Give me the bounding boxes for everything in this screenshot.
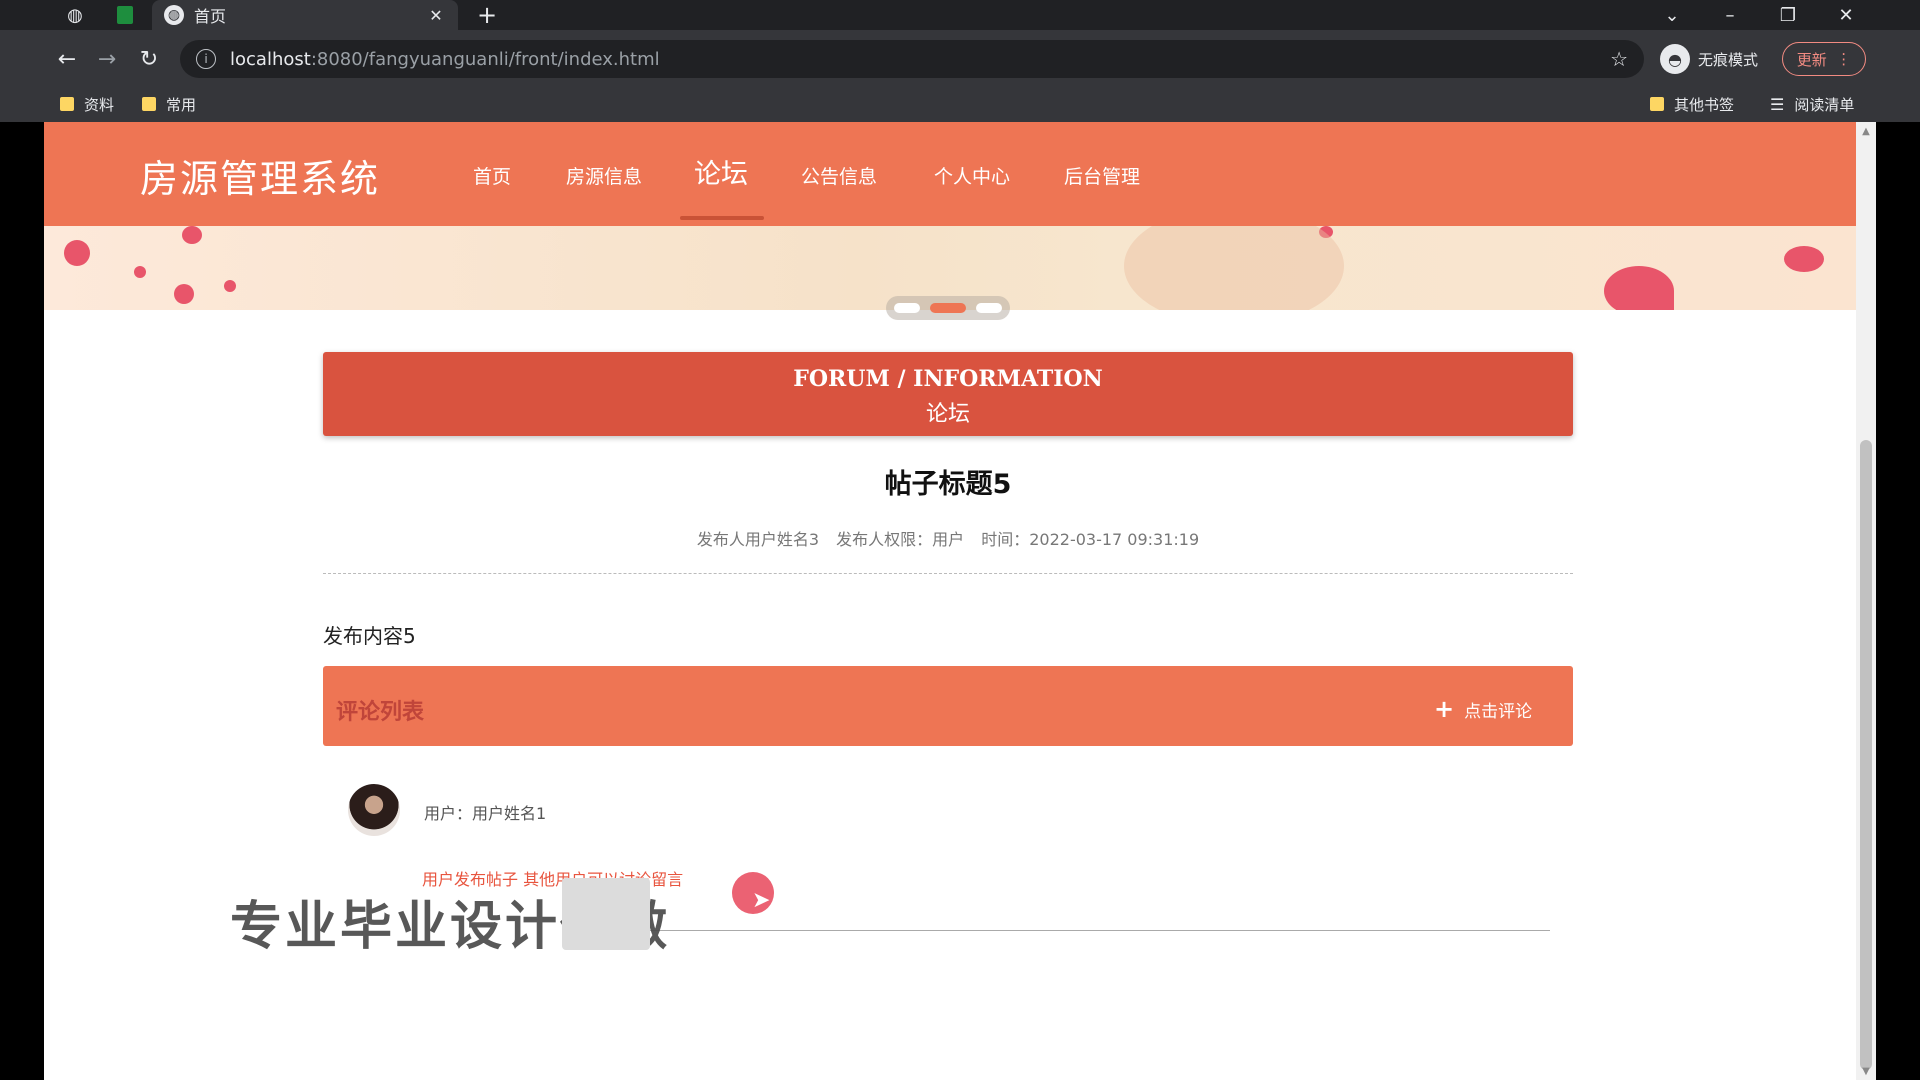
incognito-icon: ◓	[1660, 44, 1690, 74]
pinned-tab-globe-icon[interactable]: ◍	[54, 2, 96, 28]
carousel-dot[interactable]	[976, 303, 1002, 313]
globe-icon: ◍	[164, 5, 184, 25]
folder-icon	[142, 97, 156, 111]
forum-header-cn: 论坛	[925, 402, 970, 427]
mouse-cursor-icon: ➤	[752, 888, 771, 913]
post-time: 时间：2022-03-17 09:31:19	[981, 530, 1200, 549]
reading-list-icon: ☰	[1770, 94, 1785, 114]
forum-header-en: FORUM / INFORMATION	[793, 366, 1103, 392]
post-role: 发布人权限：用户	[836, 530, 965, 549]
banner-decor	[134, 266, 146, 278]
banner-decor	[224, 280, 236, 292]
back-arrow-icon[interactable]: ←	[52, 44, 82, 74]
folder-icon	[60, 97, 74, 111]
banner-blossom	[1124, 226, 1344, 310]
pinned-tab-sheet-icon[interactable]	[104, 2, 146, 28]
scrollbar-thumb[interactable]	[1860, 440, 1872, 1070]
minimize-button[interactable]: –	[1702, 0, 1758, 30]
site-info-icon[interactable]: i	[196, 49, 216, 69]
bookmarks-bar	[0, 86, 1920, 122]
reading-list[interactable]: ☰ 阅读清单	[1770, 90, 1854, 118]
plus-icon: +	[1434, 695, 1455, 723]
incognito-indicator[interactable]: ◓ 无痕模式	[1660, 42, 1780, 76]
nav-forum[interactable]: 论坛	[694, 152, 748, 191]
tab-title: 首页	[194, 7, 227, 26]
post-content: 发布内容5	[323, 624, 416, 648]
close-window-button[interactable]: ✕	[1818, 0, 1874, 30]
comment-list-title: 评论列表	[336, 700, 425, 725]
scroll-down-arrow-icon[interactable]: ▼	[1860, 1066, 1872, 1077]
banner-flower	[1604, 266, 1674, 310]
bookmark-folder-ziliao[interactable]: 资料	[60, 90, 114, 118]
nav-admin[interactable]: 后台管理	[1064, 162, 1140, 189]
reload-icon[interactable]: ↻	[134, 44, 164, 74]
add-comment-label: 点击评论	[1464, 701, 1533, 722]
restore-button[interactable]: ❐	[1760, 0, 1816, 30]
bookmark-star-icon[interactable]: ☆	[1610, 47, 1628, 71]
nav-home[interactable]: 首页	[473, 162, 511, 189]
url-text: localhost:8080/fangyuanguanli/front/inde…	[230, 48, 660, 70]
incognito-label: 无痕模式	[1698, 50, 1759, 69]
banner-leaf	[1784, 246, 1824, 272]
nav-house-info[interactable]: 房源信息	[566, 162, 642, 189]
comment-user: 用户：用户姓名1	[424, 804, 547, 823]
address-bar[interactable]: i localhost:8080/fangyuanguanli/front/in…	[180, 40, 1644, 78]
new-tab-button[interactable]: +	[472, 2, 502, 28]
forum-section-header: FORUM / INFORMATION 论坛	[323, 352, 1573, 436]
banner-decor	[182, 226, 202, 244]
nav-personal-center[interactable]: 个人中心	[934, 162, 1010, 189]
active-tab[interactable]: ◍ 首页 ✕	[152, 0, 458, 30]
comment-divider	[640, 930, 1550, 931]
tab-search-icon[interactable]: ⌄	[1644, 0, 1700, 30]
nav-announcements[interactable]: 公告信息	[801, 162, 877, 189]
active-nav-indicator	[680, 216, 764, 220]
comment-list-bar	[323, 666, 1573, 746]
other-bookmarks[interactable]: 其他书签	[1650, 90, 1734, 118]
post-title: 帖子标题5	[884, 469, 1012, 500]
forward-arrow-icon[interactable]: →	[92, 44, 122, 74]
close-tab-icon[interactable]: ✕	[426, 6, 446, 25]
banner-decor	[174, 284, 194, 304]
banner-decor	[64, 240, 90, 266]
post-divider	[323, 573, 1573, 574]
carousel-indicators	[886, 296, 1010, 320]
avatar	[348, 784, 400, 836]
carousel-dot-active[interactable]	[930, 303, 966, 313]
folder-icon	[1650, 97, 1664, 111]
update-button[interactable]: 更新 ⋮	[1782, 42, 1866, 76]
bookmark-folder-changyong[interactable]: 常用	[142, 90, 196, 118]
carousel-dot[interactable]	[894, 303, 920, 313]
post-meta: 发布人用户姓名3 发布人权限：用户 时间：2022-03-17 09:31:19	[323, 526, 1573, 550]
add-comment-button[interactable]: + 点击评论	[1434, 695, 1533, 723]
site-logo[interactable]: 房源管理系统	[140, 148, 380, 203]
scroll-up-arrow-icon[interactable]: ▲	[1860, 126, 1872, 137]
post-author: 发布人用户姓名3	[696, 530, 820, 549]
blurred-overlay	[562, 878, 650, 950]
